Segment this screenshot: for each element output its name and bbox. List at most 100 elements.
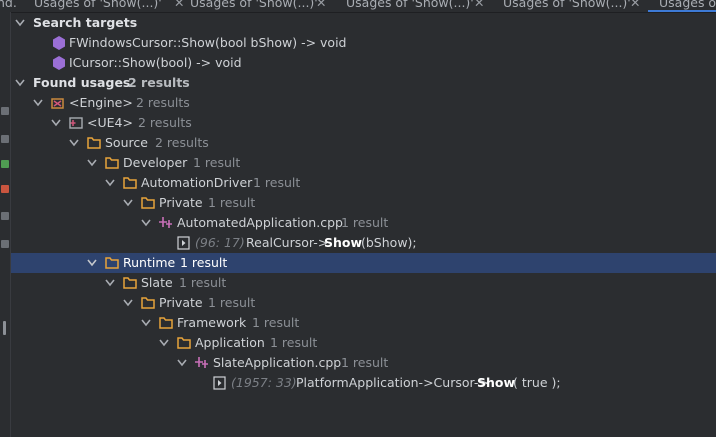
close-icon[interactable]: ✕ xyxy=(630,0,640,10)
chevron-down-icon[interactable] xyxy=(87,253,97,273)
chevron-down-icon[interactable] xyxy=(159,333,169,353)
usage-code-pre: RealCursor-> xyxy=(246,235,329,250)
source-label: Source xyxy=(105,135,148,150)
filter-icon[interactable] xyxy=(1,240,9,248)
cpp-file-icon xyxy=(159,213,173,233)
application-label: Application xyxy=(195,335,265,350)
folder-icon xyxy=(105,153,119,173)
file-count: 1 result xyxy=(341,355,389,370)
rerun-icon[interactable] xyxy=(1,135,9,143)
found-usages-count: 2 results xyxy=(128,75,190,90)
tree-node-file[interactable]: SlateApplication.cpp 1 result xyxy=(11,353,716,373)
file-label: SlateApplication.cpp xyxy=(213,355,342,370)
chevron-down-icon[interactable] xyxy=(15,13,25,33)
search-target-label: FWindowsCursor::Show(bool bShow) -> void xyxy=(69,35,347,50)
tree-node-automation-driver[interactable]: AutomationDriver 1 result xyxy=(11,173,716,193)
file-label: AutomatedApplication.cpp xyxy=(177,215,343,230)
usage-location: (96: 17) xyxy=(195,235,245,250)
developer-label: Developer xyxy=(123,155,188,170)
tree-node-developer[interactable]: Developer 1 result xyxy=(11,153,716,173)
settings-icon[interactable] xyxy=(1,212,9,220)
usage-code-match: Show xyxy=(324,235,363,250)
folder-icon xyxy=(105,253,119,273)
search-target-label: ICursor::Show(bool) -> void xyxy=(69,55,242,70)
project-icon xyxy=(69,113,83,133)
chevron-down-icon[interactable] xyxy=(105,173,115,193)
usage-code-post: ( true ); xyxy=(513,375,561,390)
close-icon[interactable]: ✕ xyxy=(316,0,326,10)
tree-node-target[interactable]: ICursor::Show(bool) -> void xyxy=(11,53,716,73)
left-toolbar xyxy=(0,12,11,437)
method-icon xyxy=(53,33,67,53)
ue4-label: <UE4> xyxy=(87,115,133,130)
developer-count: 1 result xyxy=(193,155,241,170)
code-line-icon xyxy=(177,233,191,253)
folder-icon xyxy=(87,133,101,153)
tree-node-found-usages[interactable]: Found usages 2 results xyxy=(11,73,716,93)
chevron-down-icon[interactable] xyxy=(69,133,79,153)
folder-icon xyxy=(141,293,155,313)
slate-count: 1 result xyxy=(179,275,227,290)
tree-node-application[interactable]: Application 1 result xyxy=(11,333,716,353)
chevron-down-icon[interactable] xyxy=(177,353,187,373)
tree-node-ue4[interactable]: <UE4> 2 results xyxy=(11,113,716,133)
tab-usages-3[interactable]: Usages of 'Show(...)' ✕ xyxy=(346,0,484,11)
usage-location: (1957: 33) xyxy=(231,375,297,390)
tree-node-search-targets[interactable]: Search targets xyxy=(11,13,716,33)
tree-node-private[interactable]: Private 1 result xyxy=(11,193,716,213)
found-usages-label: Found usages xyxy=(33,75,131,90)
framework-count: 1 result xyxy=(252,315,300,330)
pin-icon[interactable] xyxy=(1,107,9,115)
tab-usages-1[interactable]: Usages of 'Show(...)' ✕ xyxy=(34,0,184,11)
run-icon[interactable] xyxy=(1,160,9,168)
engine-label: <Engine> xyxy=(69,95,133,110)
tab-usages-4[interactable]: Usages of 'Show(...)' ✕ xyxy=(503,0,640,11)
usage-line[interactable]: (1957: 33) PlatformApplication->Cursor->… xyxy=(11,373,716,393)
usage-code-pre: PlatformApplication->Cursor-> xyxy=(296,375,489,390)
usage-line[interactable]: (96: 17) RealCursor-> Show (bShow); xyxy=(11,233,716,253)
tree-node-engine[interactable]: <Engine> 2 results xyxy=(11,93,716,113)
search-targets-label: Search targets xyxy=(33,15,138,30)
ue4-count: 2 results xyxy=(138,115,192,130)
chevron-down-icon[interactable] xyxy=(105,273,115,293)
split-icon[interactable] xyxy=(3,321,6,335)
automation-driver-label: AutomationDriver xyxy=(141,175,253,190)
folder-icon xyxy=(123,273,137,293)
close-icon[interactable]: ✕ xyxy=(474,0,484,10)
private-count: 1 result xyxy=(208,195,256,210)
runtime-count: 1 result xyxy=(180,255,228,270)
slate-label: Slate xyxy=(141,275,173,290)
tab-usages-2[interactable]: Usages of 'Show(...)' ✕ xyxy=(190,0,326,11)
code-line-icon xyxy=(213,373,227,393)
tree-node-target[interactable]: FWindowsCursor::Show(bool bShow) -> void xyxy=(11,33,716,53)
private-label: Private xyxy=(159,195,203,210)
source-count: 2 results xyxy=(155,135,209,150)
method-icon xyxy=(53,53,67,73)
tree-node-private[interactable]: Private 1 result xyxy=(11,293,716,313)
chevron-down-icon[interactable] xyxy=(141,213,151,233)
tree-node-slate[interactable]: Slate 1 result xyxy=(11,273,716,293)
tree-node-source[interactable]: Source 2 results xyxy=(11,133,716,153)
chevron-down-icon[interactable] xyxy=(123,193,133,213)
automation-driver-count: 1 result xyxy=(253,175,301,190)
private-count: 1 result xyxy=(208,295,256,310)
close-icon[interactable]: ✕ xyxy=(174,0,184,10)
tree-node-runtime[interactable]: Runtime 1 result xyxy=(11,253,716,273)
folder-icon xyxy=(159,313,173,333)
tab-partial-left[interactable]: nd. xyxy=(0,0,17,11)
chevron-down-icon[interactable] xyxy=(51,113,61,133)
chevron-down-icon[interactable] xyxy=(33,93,43,113)
tree-node-file[interactable]: AutomatedApplication.cpp 1 result xyxy=(11,213,716,233)
usages-tree: Search targets FWindowsCursor::Show(bool… xyxy=(11,12,716,437)
runtime-label: Runtime xyxy=(123,255,176,270)
chevron-down-icon[interactable] xyxy=(87,153,97,173)
chevron-down-icon[interactable] xyxy=(15,73,25,93)
chevron-down-icon[interactable] xyxy=(141,313,151,333)
application-count: 1 result xyxy=(270,335,318,350)
file-count: 1 result xyxy=(341,215,389,230)
private-label: Private xyxy=(159,295,203,310)
stop-icon[interactable] xyxy=(1,185,9,193)
module-icon xyxy=(51,93,65,113)
tree-node-framework[interactable]: Framework 1 result xyxy=(11,313,716,333)
chevron-down-icon[interactable] xyxy=(123,293,133,313)
